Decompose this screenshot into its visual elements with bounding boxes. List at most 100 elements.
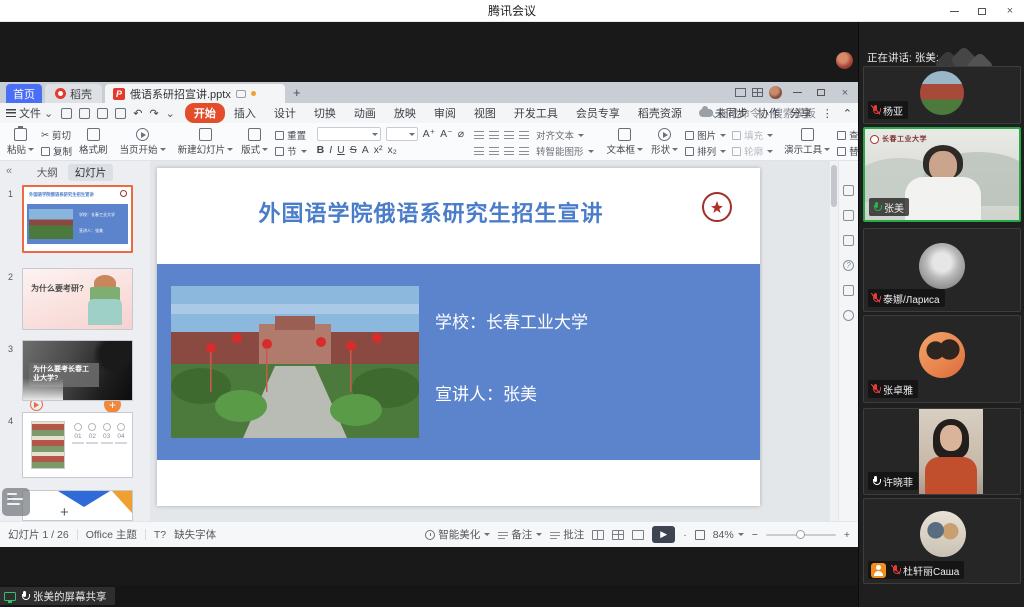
layers-icon[interactable]: [843, 235, 854, 246]
find-button[interactable]: 查找: [835, 127, 858, 143]
slide-thumbnail-2[interactable]: 为什么要考研?: [22, 268, 133, 330]
font-size-select[interactable]: [386, 127, 418, 141]
slide-thumbnail-1[interactable]: 外国语学院俄语系研究生招生宣讲 学校：长春工业大学 宣讲人：张美: [22, 185, 133, 253]
zoom-slider[interactable]: [766, 534, 836, 536]
zoom-in-button[interactable]: +: [844, 529, 850, 541]
new-slide-button[interactable]: 新建幻灯片: [175, 125, 237, 158]
cut-button[interactable]: ✂剪切: [39, 127, 74, 143]
comment-bubble-icon[interactable]: [236, 90, 246, 98]
print-icon[interactable]: [97, 108, 108, 119]
notes-button[interactable]: 备注: [498, 527, 542, 542]
reset-button[interactable]: 重置: [273, 127, 309, 143]
beautify-button[interactable]: 智能美化: [425, 527, 490, 542]
decrease-indent-icon[interactable]: [504, 131, 514, 139]
mic-muted-icon[interactable]: [891, 565, 900, 576]
grow-font-button[interactable]: A⁺: [423, 128, 436, 140]
ribbon-tab-transition[interactable]: 切换: [305, 103, 345, 123]
maximize-icon[interactable]: [968, 0, 996, 22]
copy-button[interactable]: 复制: [39, 143, 74, 159]
undo-icon[interactable]: ↶: [133, 107, 142, 120]
wps-restore-icon[interactable]: [812, 82, 830, 103]
ribbon-tab-home[interactable]: 开始: [185, 103, 225, 123]
split-view-icon[interactable]: [735, 88, 746, 97]
participant-tile[interactable]: 许晓菲: [863, 408, 1021, 495]
collapse-ribbon-icon[interactable]: ⌃: [843, 107, 852, 120]
sync-status[interactable]: 未同步: [699, 105, 748, 121]
properties-icon[interactable]: [843, 185, 854, 196]
help-icon[interactable]: ?: [843, 260, 854, 271]
beautify-icon[interactable]: [843, 210, 854, 221]
tab-document[interactable]: P 俄语系研招宣讲.pptx: [105, 84, 285, 103]
present-tools-button[interactable]: 演示工具: [781, 125, 833, 158]
slide-thumbnail-3[interactable]: 为什么要考长春工业大学?: [22, 340, 133, 401]
italic-button[interactable]: I: [329, 144, 332, 156]
replace-button[interactable]: 替换: [835, 143, 858, 159]
theme-name[interactable]: Office 主题: [86, 527, 137, 542]
ribbon-tab-insert[interactable]: 插入: [225, 103, 265, 123]
file-menu[interactable]: 文件 ⌄: [6, 105, 53, 121]
ribbon-tab-design[interactable]: 设计: [265, 103, 305, 123]
output-icon[interactable]: [79, 108, 90, 119]
slide-sorter-view-icon[interactable]: [612, 530, 624, 540]
close-icon[interactable]: ×: [996, 0, 1024, 22]
increase-indent-icon[interactable]: [519, 131, 529, 139]
toolbar-chevron-down-icon[interactable]: ⌄: [166, 107, 175, 120]
picture-button[interactable]: 图片: [683, 127, 728, 143]
school-line[interactable]: 学校：长春工业大学: [435, 308, 588, 333]
tab-outline[interactable]: 大纲: [37, 165, 58, 180]
fill-button[interactable]: 填充: [730, 127, 775, 143]
align-left-icon[interactable]: [474, 147, 484, 155]
layout-button[interactable]: 版式: [238, 125, 271, 158]
participant-tile[interactable]: 杨亚: [863, 66, 1021, 124]
fit-slide-icon[interactable]: [695, 530, 705, 540]
tab-slides[interactable]: 幻灯片: [68, 164, 114, 181]
slide-thumbnail-5[interactable]: [22, 490, 133, 521]
minimize-icon[interactable]: [940, 0, 968, 22]
idea-icon[interactable]: [843, 310, 854, 321]
tab-home[interactable]: 首页: [6, 84, 42, 103]
normal-view-icon[interactable]: [592, 530, 604, 540]
wps-close-icon[interactable]: ×: [836, 82, 854, 103]
preview-icon[interactable]: [115, 108, 126, 119]
bullets-icon[interactable]: [474, 131, 484, 139]
tab-docer[interactable]: 稻壳: [45, 84, 102, 103]
underline-button[interactable]: U: [337, 144, 345, 156]
superscript-button[interactable]: x²: [374, 144, 383, 156]
align-text-button[interactable]: 对齐文本: [534, 127, 586, 143]
participant-tile[interactable]: 杜轩丽Caшa: [863, 498, 1021, 584]
outline-button[interactable]: 轮廓: [730, 143, 775, 159]
font-name-select[interactable]: [317, 127, 381, 141]
ribbon-tab-devtools[interactable]: 开发工具: [505, 103, 567, 123]
mic-on-icon[interactable]: [872, 202, 881, 213]
reading-view-icon[interactable]: [632, 530, 644, 540]
zoom-out-button[interactable]: −: [752, 529, 758, 541]
zoom-slider-knob[interactable]: [796, 530, 805, 539]
align-center-icon[interactable]: [489, 147, 499, 155]
section-button[interactable]: 节: [273, 143, 309, 159]
smart-graphic-button[interactable]: 转智能图形: [534, 143, 596, 159]
zoom-level[interactable]: 84%: [713, 529, 744, 541]
format-painter-button[interactable]: 格式刷: [76, 125, 111, 158]
clear-format-button[interactable]: ⌀: [458, 128, 464, 140]
mic-on-icon[interactable]: [871, 476, 880, 487]
save-icon[interactable]: [61, 108, 72, 119]
play-from-current-button[interactable]: 当页开始: [117, 125, 169, 158]
align-right-icon[interactable]: [504, 147, 514, 155]
ribbon-tab-review[interactable]: 审阅: [425, 103, 465, 123]
shrink-font-button[interactable]: A⁻: [440, 128, 453, 140]
canvas-scrollbar[interactable]: [830, 161, 838, 521]
justify-icon[interactable]: [519, 147, 529, 155]
ribbon-tab-member[interactable]: 会员专享: [567, 103, 629, 123]
share-status-chip[interactable]: 张美的屏幕共享: [0, 587, 115, 605]
slide-banner[interactable]: 学校：长春工业大学 宣讲人：张美: [157, 264, 760, 460]
ribbon-tab-view[interactable]: 视图: [465, 103, 505, 123]
font-color-button[interactable]: A: [362, 144, 369, 156]
numbering-icon[interactable]: [489, 131, 499, 139]
missing-font-warning[interactable]: 缺失字体: [174, 527, 216, 542]
floating-share-widget[interactable]: [2, 488, 30, 516]
slideshow-play-button[interactable]: ▶: [652, 526, 675, 543]
ribbon-tab-slideshow[interactable]: 放映: [385, 103, 425, 123]
image-tools-icon[interactable]: [843, 285, 854, 296]
play-options-dot[interactable]: ·: [683, 529, 687, 541]
strikethrough-button[interactable]: S: [350, 144, 357, 156]
